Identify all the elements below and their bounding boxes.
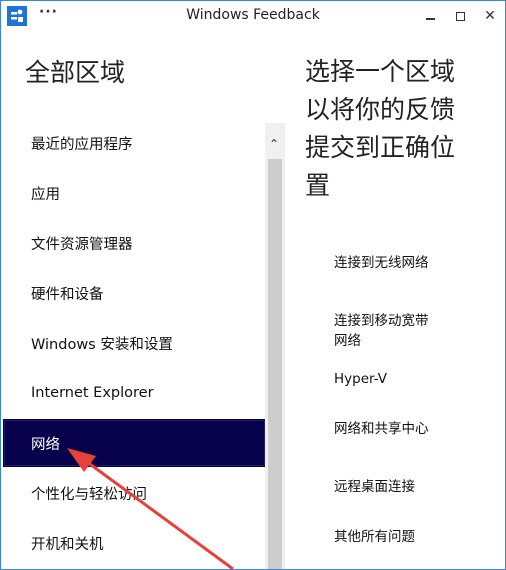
subcategory-item[interactable]: 远程桌面连接 [334, 477, 434, 497]
subcategory-item[interactable]: 其他所有问题 [334, 527, 434, 547]
left-panel-heading: 全部区域 [25, 58, 126, 87]
category-item[interactable]: 网络 [3, 419, 266, 467]
maximize-icon [455, 11, 465, 21]
category-item[interactable]: 最近的应用程序 [4, 120, 265, 166]
feedback-window: ··· Windows Feedback ✕ 全部区域 最近的应用程序 应用 文件资… [0, 0, 506, 570]
category-item[interactable]: 硬件和设备 [4, 270, 265, 316]
category-item[interactable]: Internet Explorer [4, 370, 265, 416]
subcategory-item[interactable]: 连接到移动宽带网络 [334, 311, 434, 351]
feedback-app-icon [7, 6, 27, 26]
scroll-up-icon[interactable]: ⌃ [269, 137, 279, 151]
category-item[interactable]: 开机和关机 [4, 520, 265, 566]
subcategory-item[interactable]: 网络和共享中心 [334, 419, 434, 439]
maximize-button[interactable] [445, 1, 475, 31]
right-panel-heading: 选择一个区域以将你的反馈提交到正确位置 [305, 57, 456, 200]
category-item[interactable]: 个性化与轻松访问 [4, 470, 265, 516]
category-item[interactable]: 应用 [4, 170, 265, 216]
title-bar[interactable]: ··· Windows Feedback ✕ [1, 1, 505, 31]
close-button[interactable]: ✕ [475, 1, 505, 31]
category-list-scrollbar[interactable]: ⌃ [265, 123, 285, 569]
category-item[interactable]: 文件资源管理器 [4, 220, 265, 266]
scroll-thumb[interactable] [268, 159, 282, 569]
minimize-button[interactable] [415, 1, 445, 31]
subcategory-item[interactable]: 连接到无线网络 [334, 253, 434, 273]
subcategory-item[interactable]: Hyper-V [334, 369, 434, 389]
category-item[interactable]: Windows 安装和设置 [4, 320, 265, 366]
more-options-button[interactable]: ··· [39, 4, 58, 20]
minimize-icon [425, 18, 435, 20]
